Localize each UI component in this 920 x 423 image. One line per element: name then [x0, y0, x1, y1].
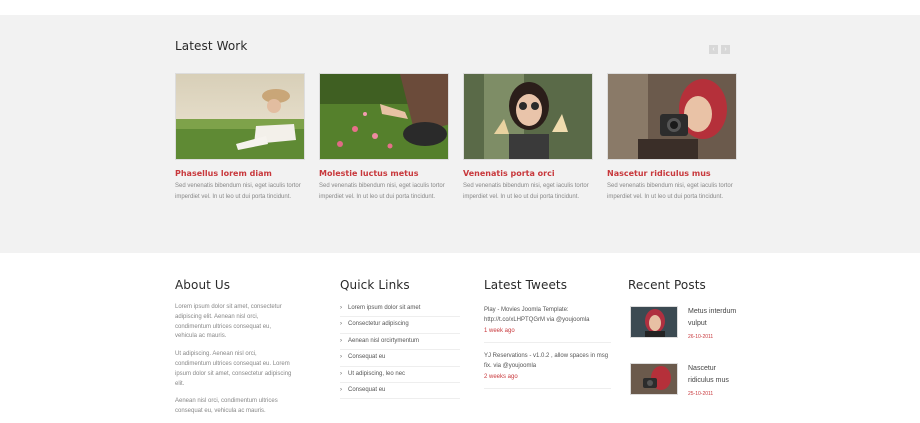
- chevron-right-icon: ›: [340, 386, 342, 393]
- tweet-time[interactable]: 2 weeks ago: [484, 374, 611, 380]
- recent-post: Nascetur ridiculus mus 25-10-2011: [630, 363, 742, 397]
- chevron-right-icon: ›: [340, 370, 342, 377]
- post-title[interactable]: Metus interdum vulput: [688, 306, 742, 330]
- post-body: Nascetur ridiculus mus 25-10-2011: [688, 363, 742, 397]
- latest-work-title: Latest Work: [175, 39, 248, 53]
- quick-link[interactable]: › Aenean nisl orcirtymentum: [340, 334, 460, 351]
- tweet-time[interactable]: 1 week ago: [484, 328, 611, 334]
- quick-link[interactable]: › Consequat eu: [340, 350, 460, 367]
- about-paragraph: Lorem ipsum dolor sit amet, consectetur …: [175, 304, 282, 340]
- quick-link[interactable]: › Consequat eu: [340, 383, 460, 400]
- post-body: Metus interdum vulput 26-10-2011: [688, 306, 742, 340]
- work-description: Sed venenatis bibendum nisi, eget iaculi…: [463, 183, 589, 200]
- work-title[interactable]: Molestie luctus metus: [319, 169, 449, 178]
- work-image[interactable]: [175, 73, 305, 160]
- work-title[interactable]: Phasellus lorem diam: [175, 169, 305, 178]
- chevron-right-icon[interactable]: ›: [721, 45, 730, 54]
- tweet-text[interactable]: YJ Reservations - v1.0.2 , allow spaces …: [484, 351, 611, 371]
- latest-work-section: Latest Work ‹ › Phasellus lorem diam Sed…: [0, 15, 920, 253]
- quick-link[interactable]: › Lorem ipsum dolor sit amet: [340, 301, 460, 318]
- work-image[interactable]: [319, 73, 449, 160]
- quick-links-list: › Lorem ipsum dolor sit amet › Consectetur…: [340, 301, 460, 400]
- post-date: 26-10-2011: [688, 334, 714, 340]
- work-description: Sed venenatis bibendum nisi, eget iaculi…: [607, 183, 733, 200]
- work-item: Nascetur ridiculus mus Sed venenatis bib…: [607, 73, 737, 203]
- tweet: YJ Reservations - v1.0.2 , allow spaces …: [484, 351, 611, 389]
- top-strip: [0, 0, 920, 15]
- tweet-text[interactable]: Play - Movies Joomla Template: http://t.…: [484, 305, 611, 325]
- chevron-right-icon: ›: [340, 305, 342, 311]
- about-title: About Us: [175, 278, 231, 292]
- work-item: Molestie luctus metus Sed venenatis bibe…: [319, 73, 449, 203]
- chevron-right-icon: ›: [340, 321, 342, 328]
- work-image[interactable]: [607, 73, 737, 160]
- chevron-right-icon: ›: [340, 354, 342, 361]
- carousel-nav: ‹ ›: [709, 45, 730, 54]
- chevron-right-icon: ›: [340, 337, 342, 344]
- recent-posts-title: Recent Posts: [628, 278, 706, 292]
- work-description: Sed venenatis bibendum nisi, eget iaculi…: [175, 183, 301, 200]
- post-thumbnail[interactable]: [630, 363, 678, 395]
- work-image[interactable]: [463, 73, 593, 160]
- recent-post: Metus interdum vulput 26-10-2011: [630, 306, 742, 340]
- quick-links-title: Quick Links: [340, 278, 410, 292]
- chevron-left-icon[interactable]: ‹: [709, 45, 718, 54]
- post-date: 25-10-2011: [688, 391, 714, 397]
- tweet: Play - Movies Joomla Template: http://t.…: [484, 305, 611, 343]
- work-title[interactable]: Venenatis porta orci: [463, 169, 593, 178]
- quick-link[interactable]: › Consectetur adipiscing: [340, 317, 460, 334]
- tweets-title: Latest Tweets: [484, 278, 568, 292]
- about-paragraph: Aenean nisl orci, condimentum ultrices c…: [175, 398, 278, 415]
- about-paragraph: Ut adipiscing. Aenean nisl orci, condime…: [175, 351, 292, 387]
- work-description: Sed venenatis bibendum nisi, eget iaculi…: [319, 183, 445, 200]
- post-title[interactable]: Nascetur ridiculus mus: [688, 363, 742, 387]
- post-thumbnail[interactable]: [630, 306, 678, 338]
- work-title[interactable]: Nascetur ridiculus mus: [607, 169, 737, 178]
- work-item: Venenatis porta orci Sed venenatis biben…: [463, 73, 593, 203]
- footer-widgets: About Us Lorem ipsum dolor sit amet, con…: [0, 253, 920, 423]
- tweets-list: Play - Movies Joomla Template: http://t.…: [484, 305, 611, 397]
- quick-link[interactable]: › Ut adipiscing, leo nec: [340, 367, 460, 383]
- about-text: Lorem ipsum dolor sit amet, consectetur …: [175, 303, 293, 423]
- work-item: Phasellus lorem diam Sed venenatis biben…: [175, 73, 305, 203]
